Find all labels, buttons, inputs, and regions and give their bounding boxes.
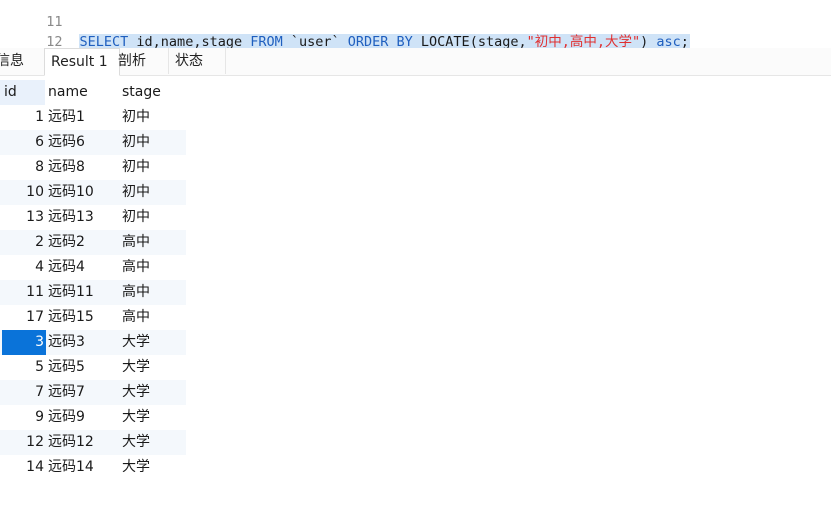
- cell-name[interactable]: 远码13: [48, 205, 116, 230]
- cell-stage[interactable]: 高中: [122, 230, 182, 255]
- cell-name[interactable]: 远码5: [48, 355, 116, 380]
- cell-stage[interactable]: 大学: [122, 330, 182, 355]
- sql-editor[interactable]: 11 12 SELECT id,name,stage FROM `user` OR…: [0, 0, 831, 50]
- cell-stage[interactable]: 高中: [122, 280, 182, 305]
- cell-stage[interactable]: 大学: [122, 405, 182, 430]
- cell-stage[interactable]: 高中: [122, 305, 182, 330]
- cell-id[interactable]: 4: [2, 255, 44, 280]
- cell-name[interactable]: 远码2: [48, 230, 116, 255]
- table-row[interactable]: 12 远码12 大学: [0, 430, 186, 455]
- table-row[interactable]: 1 远码1 初中: [0, 105, 186, 130]
- cell-name[interactable]: 远码4: [48, 255, 116, 280]
- table-row[interactable]: 10 远码10 初中: [0, 180, 186, 205]
- table-row[interactable]: 8 远码8 初中: [0, 155, 186, 180]
- cell-stage[interactable]: 大学: [122, 380, 182, 405]
- cell-stage[interactable]: 初中: [122, 180, 182, 205]
- cell-id[interactable]: 17: [2, 305, 44, 330]
- cell-name[interactable]: 远码14: [48, 455, 116, 480]
- table-row[interactable]: 11 远码11 高中: [0, 280, 186, 305]
- table-row[interactable]: 9 远码9 大学: [0, 405, 186, 430]
- cell-id[interactable]: 12: [2, 430, 44, 455]
- editor-line: 11: [0, 0, 79, 30]
- column-header-id[interactable]: id: [4, 80, 46, 105]
- tab-label: 剖析: [118, 53, 146, 69]
- cell-id[interactable]: 10: [2, 180, 44, 205]
- table-row[interactable]: 13 远码13 初中: [0, 205, 186, 230]
- table-row[interactable]: 14 远码14 大学: [0, 455, 186, 480]
- cell-id[interactable]: 5: [2, 355, 44, 380]
- cell-name[interactable]: 远码15: [48, 305, 116, 330]
- table-row[interactable]: 5 远码5 大学: [0, 355, 186, 380]
- cell-stage[interactable]: 初中: [122, 155, 182, 180]
- cell-name[interactable]: 远码11: [48, 280, 116, 305]
- tab-result-1[interactable]: Result 1: [44, 48, 120, 76]
- editor-line: 12 SELECT id,name,stage FROM `user` ORDER…: [0, 12, 690, 50]
- cell-name[interactable]: 远码12: [48, 430, 116, 455]
- cell-id[interactable]: 6: [2, 130, 44, 155]
- cell-id[interactable]: 8: [2, 155, 44, 180]
- cell-name[interactable]: 远码3: [48, 330, 116, 355]
- column-header-stage[interactable]: stage: [122, 80, 182, 105]
- cell-stage[interactable]: 初中: [122, 205, 182, 230]
- cell-id[interactable]: 14: [2, 455, 44, 480]
- table-row[interactable]: 17 远码15 高中: [0, 305, 186, 330]
- tab-label: Result 1: [51, 54, 108, 70]
- cell-id[interactable]: 3: [2, 330, 44, 355]
- table-row[interactable]: 3 远码3 大学: [0, 330, 186, 355]
- tab-profile[interactable]: 剖析: [118, 48, 154, 74]
- cell-id[interactable]: 7: [2, 380, 44, 405]
- table-row[interactable]: 2 远码2 高中: [0, 230, 186, 255]
- tab-label: 状态: [175, 53, 203, 69]
- table-row[interactable]: 7 远码7 大学: [0, 380, 186, 405]
- cell-id[interactable]: 9: [2, 405, 44, 430]
- cell-name[interactable]: 远码7: [48, 380, 116, 405]
- cell-id[interactable]: 2: [2, 230, 44, 255]
- cell-stage[interactable]: 大学: [122, 430, 182, 455]
- cell-name[interactable]: 远码8: [48, 155, 116, 180]
- table-row[interactable]: 6 远码6 初中: [0, 130, 186, 155]
- tab-info[interactable]: 信息: [0, 48, 32, 74]
- column-header-name[interactable]: name: [48, 80, 116, 105]
- cell-name[interactable]: 远码6: [48, 130, 116, 155]
- cell-name[interactable]: 远码1: [48, 105, 116, 130]
- cell-id[interactable]: 11: [2, 280, 44, 305]
- cell-id[interactable]: 1: [2, 105, 44, 130]
- cell-stage[interactable]: 大学: [122, 355, 182, 380]
- cell-name[interactable]: 远码10: [48, 180, 116, 205]
- cell-stage[interactable]: 大学: [122, 455, 182, 480]
- tab-label: 信息: [0, 53, 24, 69]
- cell-stage[interactable]: 初中: [122, 105, 182, 130]
- table-row[interactable]: 4 远码4 高中: [0, 255, 186, 280]
- cell-stage[interactable]: 高中: [122, 255, 182, 280]
- table-header-row: id name stage: [0, 80, 186, 105]
- result-tabs: 信息 Result 1 剖析 状态: [0, 48, 831, 76]
- cell-stage[interactable]: 初中: [122, 130, 182, 155]
- tab-status[interactable]: 状态: [168, 48, 226, 74]
- cell-name[interactable]: 远码9: [48, 405, 116, 430]
- cell-id[interactable]: 13: [2, 205, 44, 230]
